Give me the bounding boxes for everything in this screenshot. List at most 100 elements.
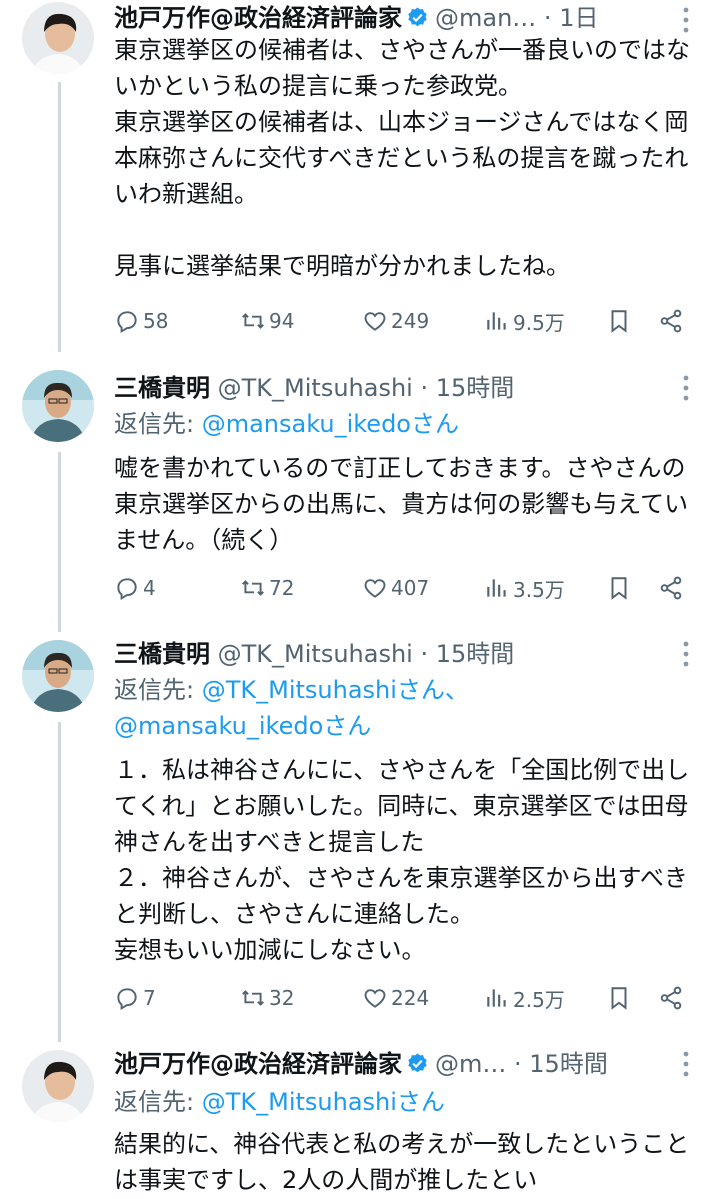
tweet[interactable]: 三橋貴明 @TK_Mitsuhashi · 15時間 返信先: @mansaku… [0, 370, 718, 630]
verified-badge-icon [408, 7, 427, 27]
reply-to-line: @mansaku_ikedoさん [114, 708, 371, 744]
tweet-text: 東京選挙区の候補者は、さやさんが一番良いのではないかという私の提言に乗った参政党… [114, 36, 690, 280]
reply-icon [117, 988, 137, 1011]
share-button[interactable] [658, 982, 687, 1014]
view-count: 9.5万 [513, 310, 565, 335]
reply-button[interactable]: 7 [114, 982, 156, 1014]
tweet[interactable]: 池戸万作@政治経済評論家 @m… · 15時間 返信先: @TK_Mitsuhas… [0, 1046, 718, 1199]
like-button[interactable]: 224 [362, 982, 429, 1014]
tweet[interactable]: 池戸万作@政治経済評論家 @man… · 1日 東京選挙区の候補者は、さやさんが一… [0, 0, 718, 350]
bookmark-icon [611, 577, 627, 600]
like-count: 249 [391, 309, 430, 333]
bookmark-button[interactable] [606, 982, 635, 1014]
bookmark-button[interactable] [606, 305, 635, 337]
handle[interactable]: @man… [435, 4, 536, 32]
timestamp[interactable]: 1日 [559, 4, 598, 32]
repost-count: 94 [269, 309, 295, 333]
like-button[interactable]: 249 [362, 305, 429, 337]
reply-icon [117, 311, 137, 334]
heart-icon [364, 579, 386, 598]
views-icon [487, 312, 506, 330]
reply-count: 7 [143, 986, 156, 1010]
avatar[interactable] [22, 640, 94, 712]
action-bar: 4 72 407 3.5万 [114, 572, 704, 604]
share-icon [660, 309, 682, 333]
more-options-icon[interactable] [682, 640, 690, 668]
reply-button[interactable]: 4 [114, 572, 156, 604]
share-icon [660, 986, 682, 1010]
reply-to-handle[interactable]: @mansaku_ikedoさん [114, 712, 371, 740]
tweet-header: 三橋貴明 @TK_Mitsuhashi · 15時間 [114, 370, 698, 406]
reply-to-line: 返信先: @mansaku_ikedoさん [114, 406, 459, 442]
separator-dot: · [536, 4, 560, 32]
views-icon [487, 579, 506, 597]
reply-to-handle[interactable]: @TK_Mitsuhashiさん [202, 1088, 445, 1116]
repost-button[interactable]: 94 [240, 305, 294, 337]
avatar[interactable] [22, 370, 94, 442]
display-name[interactable]: 三橋貴明 [114, 640, 210, 668]
reply-to-handle[interactable]: @TK_Mitsuhashiさん、 [202, 676, 469, 704]
bookmark-icon [611, 310, 627, 333]
share-icon [660, 576, 682, 600]
repost-count: 72 [269, 576, 295, 600]
tweet[interactable]: 三橋貴明 @TK_Mitsuhashi · 15時間 返信先: @TK_Mits… [0, 636, 718, 1036]
timestamp[interactable]: 15時間 [436, 640, 515, 668]
reply-count: 4 [143, 576, 156, 600]
more-options-icon[interactable] [682, 374, 690, 402]
tweet-text: １．私は神谷さんにに、さやさんを「全国比例で出してくれ」とお願いした。同時に、東… [114, 756, 690, 964]
share-button[interactable] [658, 305, 687, 337]
handle[interactable]: @m… [435, 1050, 506, 1078]
avatar[interactable] [22, 1050, 94, 1122]
reply-prefix: 返信先: [114, 676, 202, 704]
bookmark-icon [611, 987, 627, 1010]
avatar[interactable] [22, 2, 94, 74]
more-options-icon[interactable] [682, 6, 690, 34]
view-count: 2.5万 [513, 987, 565, 1012]
repost-icon [242, 313, 264, 329]
tweet-header: 三橋貴明 @TK_Mitsuhashi · 15時間 [114, 636, 698, 672]
view-count: 3.5万 [513, 577, 565, 602]
repost-button[interactable]: 32 [240, 982, 294, 1014]
more-options-icon[interactable] [682, 1050, 690, 1078]
display-name[interactable]: 三橋貴明 [114, 374, 210, 402]
reply-icon [117, 578, 137, 601]
heart-icon [364, 989, 386, 1008]
reply-button[interactable]: 58 [114, 305, 168, 337]
tweet-header: 池戸万作@政治経済評論家 @m… · 15時間 [114, 1046, 698, 1082]
action-bar: 7 32 224 2.5万 [114, 982, 704, 1014]
reply-to-line: 返信先: @TK_Mitsuhashiさん、 [114, 672, 469, 708]
separator-dot: · [412, 640, 436, 668]
views-button[interactable]: 3.5万 [484, 572, 565, 604]
views-icon [487, 989, 506, 1007]
action-bar: 58 94 249 9.5万 [114, 305, 704, 337]
bookmark-button[interactable] [606, 572, 635, 604]
timestamp[interactable]: 15時間 [436, 374, 515, 402]
like-count: 224 [391, 986, 430, 1010]
heart-icon [364, 312, 386, 331]
separator-dot: · [506, 1050, 530, 1078]
tweet-text: 嘘を書かれているので訂正しておきます。さやさんの東京選挙区からの出馬に、貴方は何… [114, 454, 689, 554]
reply-to-handle[interactable]: @mansaku_ikedoさん [202, 410, 459, 438]
separator-dot: · [412, 374, 436, 402]
display-name[interactable]: 池戸万作@政治経済評論家 [114, 4, 402, 32]
tweet-text: 結果的に、神谷代表と私の考えが一致したということは事実ですし、2人の人間が推した… [114, 1130, 690, 1194]
repost-icon [242, 580, 264, 596]
handle[interactable]: @TK_Mitsuhashi [218, 640, 413, 668]
like-count: 407 [391, 576, 430, 600]
repost-button[interactable]: 72 [240, 572, 294, 604]
share-button[interactable] [658, 572, 687, 604]
views-button[interactable]: 9.5万 [484, 305, 565, 337]
repost-count: 32 [269, 986, 295, 1010]
timestamp[interactable]: 15時間 [529, 1050, 608, 1078]
tweet-header: 池戸万作@政治経済評論家 @man… · 1日 [114, 0, 698, 36]
like-button[interactable]: 407 [362, 572, 429, 604]
views-button[interactable]: 2.5万 [484, 982, 565, 1014]
reply-count: 58 [143, 309, 169, 333]
reply-to-line: 返信先: @TK_Mitsuhashiさん [114, 1084, 445, 1120]
handle[interactable]: @TK_Mitsuhashi [218, 374, 413, 402]
reply-prefix: 返信先: [114, 410, 202, 438]
repost-icon [242, 990, 264, 1006]
display-name[interactable]: 池戸万作@政治経済評論家 [114, 1050, 402, 1078]
reply-prefix: 返信先: [114, 1088, 202, 1116]
verified-badge-icon [408, 1053, 427, 1073]
